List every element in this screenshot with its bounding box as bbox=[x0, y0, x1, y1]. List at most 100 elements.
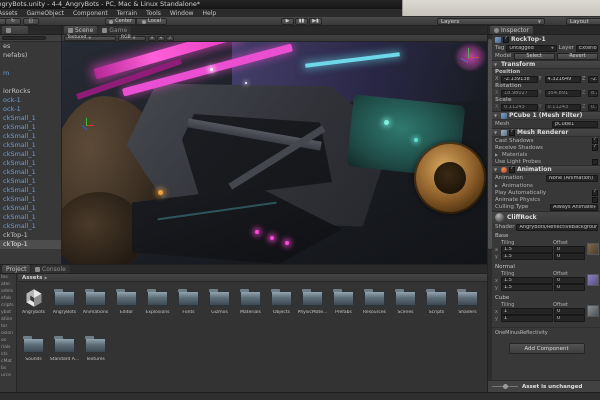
pivot-center-button[interactable]: Center bbox=[105, 18, 136, 25]
tree-item[interactable]: ation bbox=[0, 316, 16, 323]
mesh-field[interactable]: pCube1 bbox=[552, 120, 598, 128]
tree-item[interactable]: ater.. bbox=[0, 281, 16, 288]
hierarchy-item[interactable]: ock-1 bbox=[0, 105, 61, 114]
asset-item[interactable]: Standard A... bbox=[49, 331, 80, 378]
transform-component-header[interactable]: ▼ Transform bbox=[492, 60, 600, 69]
hierarchy-item[interactable] bbox=[0, 60, 61, 69]
tree-item[interactable]: rials bbox=[0, 344, 16, 351]
animations-foldout[interactable]: Animations bbox=[502, 183, 598, 189]
asset-item[interactable]: Gizmos bbox=[204, 284, 235, 331]
channel-dropdown[interactable]: RGB ▼ bbox=[118, 35, 146, 41]
active-checkbox[interactable]: ✓ bbox=[503, 36, 509, 43]
hierarchy-item[interactable]: ckSmall_1 bbox=[0, 114, 61, 123]
texture-thumbnail[interactable] bbox=[587, 243, 599, 255]
scale-z-field[interactable]: 0.11 bbox=[588, 103, 598, 111]
mesh-renderer-enabled-checkbox[interactable]: ✓ bbox=[509, 129, 515, 136]
texture-thumbnail[interactable] bbox=[587, 305, 599, 317]
hierarchy-item[interactable]: ock-1 bbox=[0, 96, 61, 105]
materials-foldout[interactable]: Materials bbox=[502, 152, 598, 158]
scale-x-field[interactable]: 0.11243 bbox=[501, 103, 538, 111]
tree-item[interactable]: cts bbox=[0, 351, 16, 358]
hierarchy-item[interactable]: ckSmall_1 bbox=[0, 195, 61, 204]
asset-item[interactable]: Resources bbox=[359, 284, 390, 331]
asset-item[interactable]: Editor bbox=[111, 284, 142, 331]
texture-thumbnail[interactable] bbox=[587, 274, 599, 286]
asset-item[interactable]: Scenes bbox=[390, 284, 421, 331]
menu-item[interactable]: Tools bbox=[146, 10, 161, 17]
model-select-button[interactable]: Select bbox=[513, 52, 555, 60]
view-tab[interactable]: Game bbox=[98, 26, 132, 34]
tree-item[interactable]: urce bbox=[0, 372, 16, 379]
layout-dropdown[interactable]: Layout bbox=[566, 18, 600, 25]
add-component-button[interactable]: Add Component bbox=[508, 343, 585, 354]
tree-item[interactable]: cripts bbox=[0, 302, 16, 309]
transform-tool-button[interactable]: ◱ bbox=[23, 18, 39, 25]
tree-item[interactable]: cMat bbox=[0, 358, 16, 365]
hierarchy-item[interactable]: m bbox=[0, 69, 61, 78]
hierarchy-item[interactable]: ckSmall_1 bbox=[0, 186, 61, 195]
space-local-button[interactable]: Local bbox=[136, 18, 167, 25]
hierarchy-item[interactable]: ckSmall_1 bbox=[0, 177, 61, 186]
breadcrumb-folder[interactable]: Assets bbox=[22, 275, 42, 281]
rotation-y-field[interactable]: 354.891 bbox=[544, 89, 581, 97]
animation-enabled-checkbox[interactable]: ✓ bbox=[509, 166, 515, 173]
layer-dropdown[interactable]: Exterior bbox=[576, 44, 598, 52]
hierarchy-item[interactable]: ckSmall_1 bbox=[0, 132, 61, 141]
offset-x-field[interactable]: 0 bbox=[554, 277, 585, 284]
hierarchy-item[interactable]: nefabs) bbox=[0, 51, 61, 60]
view-tab[interactable]: Scene bbox=[64, 26, 98, 34]
scene-toggle-button[interactable]: ☀ bbox=[148, 35, 156, 41]
tree-item[interactable]: os bbox=[0, 337, 16, 344]
position-z-field[interactable]: -2.1 bbox=[588, 75, 598, 83]
scene-toggle-button[interactable]: ♪ bbox=[166, 35, 174, 41]
tree-item[interactable]: odels bbox=[0, 288, 16, 295]
status-bar[interactable]: Asset import for 'Assets/Shaders/Backgro… bbox=[0, 392, 600, 400]
asset-item[interactable]: AngryBots bbox=[49, 284, 80, 331]
tab-project[interactable]: Project bbox=[2, 265, 30, 273]
tree-item[interactable]: osion bbox=[0, 330, 16, 337]
hierarchy-item[interactable]: iorRocks bbox=[0, 87, 61, 96]
render-mode-dropdown[interactable]: Textured ▼ bbox=[64, 35, 116, 41]
hierarchy-item[interactable]: ckTop-1 bbox=[0, 240, 61, 249]
asset-item[interactable]: Fonts bbox=[173, 284, 204, 331]
animation-component-header[interactable]: ▼ ✓ Animation bbox=[492, 165, 600, 174]
mesh-renderer-component-header[interactable]: ▼ ✓ Mesh Renderer bbox=[492, 128, 600, 137]
asset-item[interactable]: Angrybots bbox=[18, 284, 49, 331]
slider-knob[interactable] bbox=[503, 384, 508, 389]
offset-y-field[interactable]: 0 bbox=[554, 315, 585, 322]
hierarchy-item[interactable]: es bbox=[0, 42, 61, 51]
tag-dropdown[interactable]: Untagged ▼ bbox=[506, 44, 557, 52]
offset-x-field[interactable]: 0 bbox=[554, 308, 585, 315]
offset-x-field[interactable]: 0 bbox=[554, 246, 585, 253]
play-automatically-checkbox[interactable]: ✓ bbox=[592, 189, 598, 196]
animate-physics-checkbox[interactable] bbox=[592, 196, 598, 203]
material-header[interactable]: CliffRock bbox=[492, 211, 600, 223]
hierarchy-item[interactable]: ckSmall_1 bbox=[0, 159, 61, 168]
tiling-x-field[interactable]: 1 bbox=[501, 308, 553, 315]
hierarchy-item[interactable]: ckSmall_1 bbox=[0, 213, 61, 222]
playmode-button[interactable]: ▶ bbox=[281, 18, 294, 25]
transform-gizmo[interactable] bbox=[80, 118, 94, 132]
tree-item[interactable]: ybot bbox=[0, 309, 16, 316]
menu-item[interactable]: Component bbox=[73, 10, 108, 17]
tiling-x-field[interactable]: 1.5 bbox=[501, 246, 553, 253]
playmode-button[interactable]: ▮▮ bbox=[295, 18, 308, 25]
position-x-field[interactable]: -2.139138 bbox=[501, 75, 538, 83]
asset-item[interactable]: Textures bbox=[80, 331, 111, 378]
asset-item[interactable]: Explosions bbox=[142, 284, 173, 331]
tiling-y-field[interactable]: 1.5 bbox=[501, 284, 553, 291]
asset-item[interactable]: Prefabs bbox=[328, 284, 359, 331]
asset-item[interactable]: Objects bbox=[266, 284, 297, 331]
hierarchy-item[interactable]: ckSmall_1 bbox=[0, 168, 61, 177]
rotation-x-field[interactable]: 18.98027 bbox=[501, 89, 538, 97]
orientation-gizmo[interactable] bbox=[457, 46, 481, 70]
hierarchy-item[interactable]: ckTop-1 bbox=[0, 231, 61, 240]
shader-dropdown[interactable]: AngryBots/ReflectiveBackground bbox=[516, 223, 598, 231]
scene-viewport[interactable] bbox=[62, 42, 487, 264]
tree-item[interactable]: efab bbox=[0, 295, 16, 302]
tiling-x-field[interactable]: 1.5 bbox=[501, 277, 553, 284]
rotation-z-field[interactable]: 8.2 bbox=[588, 89, 598, 97]
tab-console[interactable]: Console bbox=[31, 265, 70, 273]
offset-y-field[interactable]: 0 bbox=[554, 253, 585, 260]
menu-item[interactable]: GameObject bbox=[27, 10, 64, 17]
